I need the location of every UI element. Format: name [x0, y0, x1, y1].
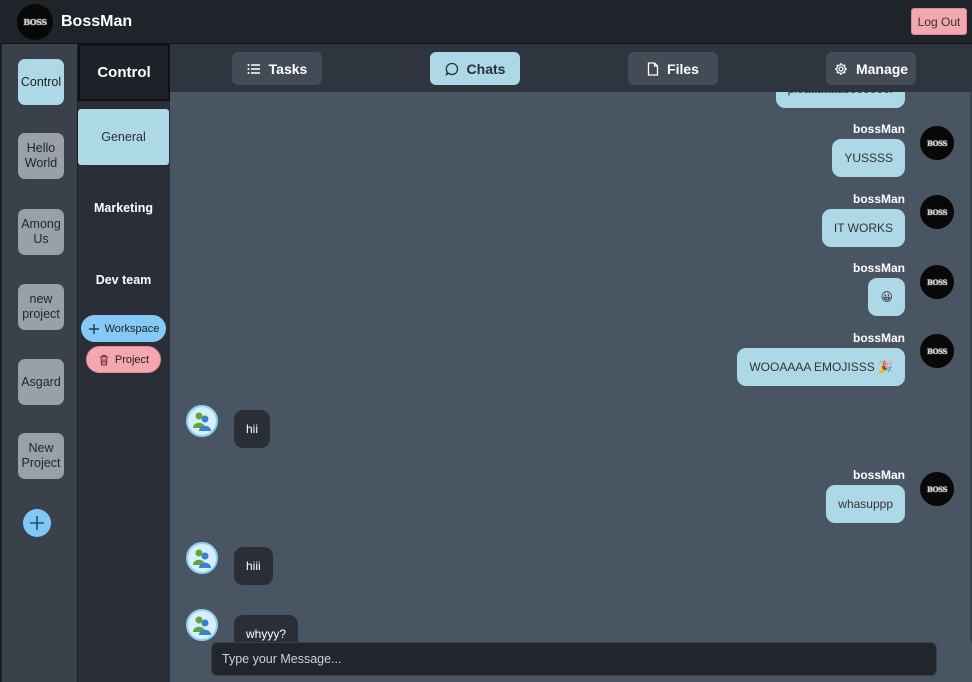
gear-icon	[834, 62, 847, 75]
avatar-logo-text: BOSS	[926, 346, 948, 356]
tab-manage[interactable]: Manage	[826, 52, 916, 85]
message-bubble: 😀	[868, 278, 905, 316]
delete-project-label: Project	[114, 353, 150, 366]
main-panel: Tasks Chats Files Manage pleaaaaaasee	[170, 44, 972, 682]
section-nav: Tasks Chats Files Manage	[170, 44, 972, 92]
message-sender: bossMan	[852, 261, 905, 275]
add-workspace-label: Workspace	[104, 322, 160, 335]
message-sender: bossMan	[852, 122, 905, 136]
top-bar: BOSS BossMan Log Out	[0, 0, 972, 44]
message-bubble: WOOAAAA EMOJISSS 🎉	[737, 348, 905, 386]
tab-tasks[interactable]: Tasks	[232, 52, 322, 85]
project-item-new-project-2[interactable]: New Project	[18, 433, 64, 479]
tab-files[interactable]: Files	[628, 52, 718, 85]
channel-item-general[interactable]: General	[78, 109, 169, 165]
message-bubble: IT WORKS	[821, 209, 905, 247]
project-item-hello-world[interactable]: Hello World	[18, 133, 64, 179]
project-item-new-project[interactable]: new project	[18, 284, 64, 330]
avatar	[186, 405, 218, 437]
message-outgoing: bossMan IT WORKS	[821, 192, 905, 247]
avatar-logo-text: BOSS	[926, 138, 948, 148]
message-bubble: pleaaaaaaseeeeee!	[775, 92, 905, 108]
avatar	[186, 609, 218, 641]
avatar: BOSS	[920, 126, 954, 160]
buddy-icon	[193, 616, 211, 635]
message-input[interactable]	[211, 642, 937, 676]
add-workspace-button[interactable]: Workspace	[81, 315, 166, 342]
project-item-among-us[interactable]: Among Us	[18, 209, 64, 255]
plus-icon	[88, 323, 99, 334]
channel-item-dev-team[interactable]: Dev team	[78, 252, 169, 308]
plus-icon	[30, 516, 44, 530]
avatar-logo-text: BOSS	[926, 484, 948, 494]
avatar: BOSS	[920, 195, 954, 229]
project-title: Control	[78, 44, 170, 101]
avatar-logo-text: BOSS	[926, 207, 948, 217]
project-item-control[interactable]: Control	[18, 59, 64, 105]
message-bubble-incoming: hiii	[234, 547, 273, 585]
avatar: BOSS	[920, 265, 954, 299]
add-project-button[interactable]	[23, 509, 51, 537]
buddy-icon	[193, 412, 211, 431]
message-outgoing: bossMan YUSSSS	[832, 122, 905, 177]
list-icon	[247, 63, 260, 74]
avatar: BOSS	[920, 472, 954, 506]
avatar: BOSS	[920, 334, 954, 368]
message-sender: bossMan	[852, 468, 905, 482]
tab-chats[interactable]: Chats	[430, 52, 520, 85]
file-icon	[647, 61, 659, 76]
logout-button[interactable]: Log Out	[911, 8, 967, 35]
tab-chats-label: Chats	[466, 60, 506, 77]
delete-project-button[interactable]: Project	[86, 346, 161, 373]
app-name: BossMan	[61, 13, 133, 30]
message-bubble: YUSSSS	[832, 139, 905, 177]
message-bubble: whasuppp	[826, 485, 905, 523]
channel-item-marketing[interactable]: Marketing	[78, 180, 169, 236]
app-logo-text: BOSS	[23, 17, 47, 27]
channel-sidebar: Control General Marketing Dev team Works…	[78, 44, 170, 682]
message-outgoing: bossMan 😀	[853, 261, 905, 316]
message-sender: bossMan	[852, 192, 905, 206]
tab-files-label: Files	[667, 60, 699, 77]
trash-icon	[99, 354, 108, 365]
project-item-asgard[interactable]: Asgard	[18, 359, 64, 405]
avatar-logo-text: BOSS	[926, 277, 948, 287]
message-sender: bossMan	[852, 331, 905, 345]
message-outgoing: bossMan whasuppp	[826, 468, 905, 523]
avatar	[186, 542, 218, 574]
app-logo: BOSS	[17, 4, 53, 40]
tab-manage-label: Manage	[855, 60, 909, 77]
tab-tasks-label: Tasks	[268, 60, 308, 77]
buddy-icon	[193, 549, 211, 568]
message-list[interactable]: pleaaaaaaseeeeee! bossMan YUSSSS BOSS bo…	[170, 92, 970, 642]
message-bubble-incoming: hii	[234, 410, 271, 448]
message-bubble-incoming: whyyy?	[234, 615, 299, 642]
chat-bubble-icon	[444, 62, 458, 76]
project-rail: Control Hello World Among Us new project…	[0, 44, 78, 682]
message-outgoing: bossMan WOOAAAA EMOJISSS 🎉	[737, 331, 905, 386]
message-outgoing: pleaaaaaaseeeeee!	[775, 92, 905, 108]
